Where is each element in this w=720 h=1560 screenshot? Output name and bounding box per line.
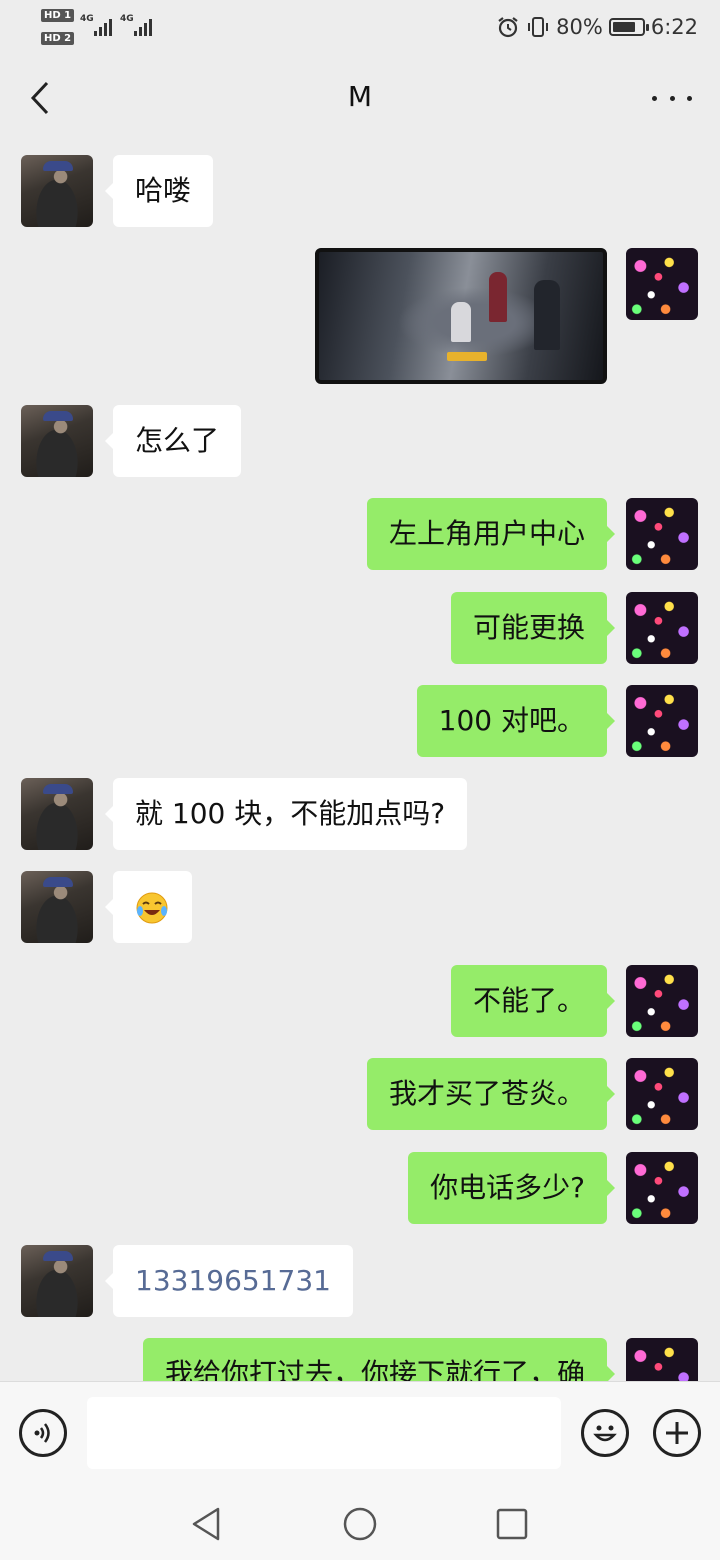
more-functions-button[interactable] (653, 1409, 701, 1457)
contact-avatar[interactable] (21, 155, 93, 227)
emoji-button[interactable] (581, 1409, 629, 1457)
battery-icon (608, 18, 649, 36)
self-avatar[interactable] (626, 965, 698, 1037)
system-back-button[interactable] (186, 1504, 226, 1544)
system-recents-button[interactable] (492, 1504, 532, 1544)
alarm-icon (498, 17, 518, 38)
message-bubble-sent[interactable]: 左上角用户中心 (366, 498, 616, 570)
message-bubble-sent[interactable]: 我才买了苍炎。 (366, 1058, 616, 1130)
input-bar (0, 1381, 720, 1484)
system-navigation-bar (0, 1484, 720, 1560)
self-avatar[interactable] (626, 1058, 698, 1130)
voice-button[interactable] (19, 1409, 67, 1457)
plus-icon (666, 1422, 688, 1444)
image-message[interactable] (315, 248, 607, 384)
network-type-1: 4G (80, 14, 94, 24)
message-bubble-received[interactable]: 怎么了 (104, 405, 242, 477)
message-bubble-sent[interactable]: 你电话多少? (408, 1152, 615, 1224)
message-bubble-received[interactable]: 哈喽 (104, 155, 214, 227)
self-avatar[interactable] (626, 248, 698, 320)
message-bubble-sent[interactable]: 我给你打过去，你接下就行了，确 (142, 1338, 616, 1381)
contact-avatar[interactable] (21, 778, 93, 850)
signal-2-icon: 4G (120, 14, 156, 38)
message-bubble-received[interactable]: 13319651731 (105, 1245, 353, 1317)
self-avatar[interactable] (626, 1338, 698, 1381)
contact-avatar[interactable] (21, 405, 93, 477)
system-home-button[interactable] (340, 1504, 380, 1544)
laugh-cry-emoji-icon (136, 892, 168, 924)
sim2-badge: HD 2 (41, 32, 75, 45)
message-bubble-sent[interactable]: 100 对吧。 (416, 685, 616, 757)
status-right: 80% 6:22 (496, 12, 698, 42)
contact-avatar[interactable] (21, 871, 93, 943)
sim1-badge: HD 1 (41, 9, 75, 22)
battery-percent: 80% (556, 15, 603, 39)
message-bubble-sent[interactable]: 不能了。 (450, 965, 616, 1037)
home-circle-icon (343, 1507, 377, 1541)
voice-icon (34, 1423, 50, 1443)
emoji-icon (593, 1425, 617, 1442)
recents-square-icon (496, 1508, 528, 1540)
phone-number-link[interactable]: 13319651731 (135, 1264, 331, 1297)
signal-1-icon: 4G (80, 14, 116, 38)
network-type-2: 4G (120, 14, 134, 24)
vibrate-icon (528, 17, 549, 37)
more-options-button[interactable] (652, 86, 692, 110)
self-avatar[interactable] (626, 1152, 698, 1224)
message-bubble-received[interactable] (105, 871, 192, 943)
chat-header: M (0, 56, 720, 140)
status-bar: HD 1 HD 2 4G 4G 80% 6:22 (0, 0, 720, 56)
self-avatar[interactable] (626, 685, 698, 757)
self-avatar[interactable] (626, 498, 698, 570)
message-list[interactable]: 哈喽 怎么了 左上角用户中心 可能更换 100 对吧。 就 100 块，不能加点… (0, 140, 720, 1381)
self-avatar[interactable] (626, 592, 698, 664)
clock: 6:22 (650, 15, 698, 39)
message-input[interactable] (87, 1397, 561, 1469)
message-bubble-sent[interactable]: 可能更换 (450, 592, 616, 664)
contact-avatar[interactable] (21, 1245, 93, 1317)
message-bubble-received[interactable]: 就 100 块，不能加点吗? (104, 778, 468, 850)
more-dots-icon (652, 95, 657, 101)
back-triangle-icon (192, 1507, 220, 1541)
chat-title: M (347, 80, 373, 113)
